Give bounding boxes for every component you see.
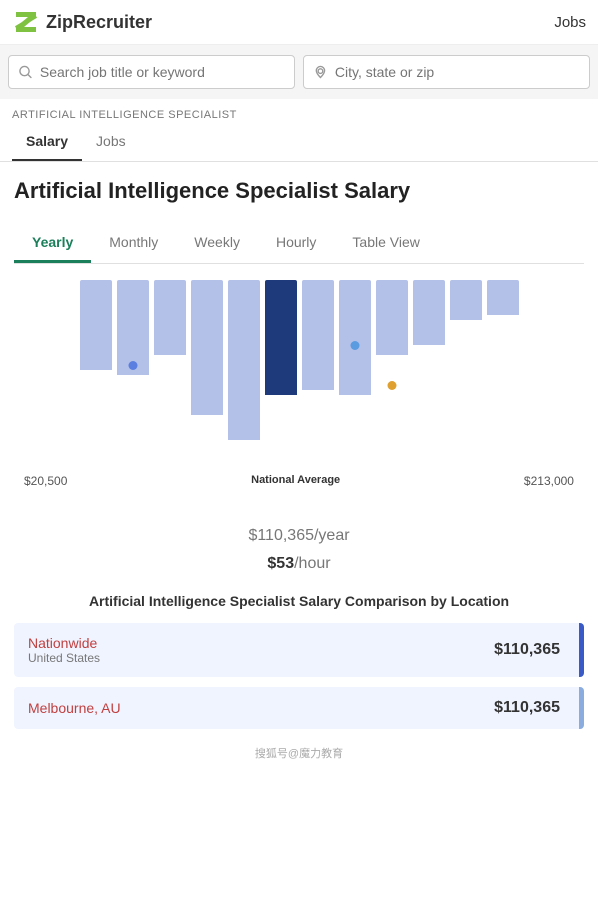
chart-bar-8: [376, 280, 408, 470]
header: ZipRecruiter Jobs: [0, 0, 598, 45]
comparison-item-melbourne: Melbourne, AU $110,365: [14, 687, 584, 729]
salary-display: $110,365/year: [14, 510, 584, 549]
comparison-nationwide-sub: United States: [28, 651, 100, 665]
keyword-search-wrap: [8, 55, 295, 89]
salary-hourly-display: $53/hour: [14, 555, 584, 573]
bar-dot-7: [350, 341, 359, 350]
comparison-title: Artificial Intelligence Specialist Salar…: [14, 593, 584, 609]
nav-tab-jobs[interactable]: Jobs: [82, 123, 140, 161]
search-icon: [19, 65, 32, 79]
chart-bar-7: [339, 280, 371, 470]
location-icon: [314, 65, 327, 79]
chart-bar-5: [265, 280, 297, 470]
chart-axis-labels: $20,500 National Average $213,000: [14, 470, 584, 488]
period-tab-yearly[interactable]: Yearly: [14, 224, 91, 263]
content: Artificial Intelligence Specialist Salar…: [0, 162, 598, 787]
chart-bar-1: [117, 280, 149, 470]
logo: ZipRecruiter: [12, 8, 152, 36]
salary-yearly-amount: $110,365/year: [248, 510, 349, 548]
period-tab-tableview[interactable]: Table View: [334, 224, 437, 263]
period-tab-weekly[interactable]: Weekly: [176, 224, 258, 263]
chart-bar-4: [228, 280, 260, 470]
keyword-search-input[interactable]: [40, 64, 284, 80]
location-search-wrap: [303, 55, 590, 89]
bar-rect-9: [413, 280, 445, 345]
page-title: Artificial Intelligence Specialist Salar…: [14, 178, 584, 204]
bar-rect-4: [228, 280, 260, 440]
comparison-melbourne-name: Melbourne, AU: [28, 700, 121, 716]
logo-text: ZipRecruiter: [46, 12, 152, 33]
comparison-melbourne-amount: $110,365: [494, 699, 560, 717]
jobs-link[interactable]: Jobs: [554, 14, 586, 31]
period-tabs: Yearly Monthly Weekly Hourly Table View: [14, 224, 584, 264]
comparison-loc-nationwide: Nationwide United States: [28, 635, 100, 665]
bar-dot-8: [387, 381, 396, 390]
chart-bar-0: [80, 280, 112, 470]
nav-tab-salary[interactable]: Salary: [12, 123, 82, 161]
bar-rect-10: [450, 280, 482, 320]
comparison-loc-melbourne: Melbourne, AU: [28, 700, 121, 716]
watermark: 搜狐号@魔力教育: [14, 745, 584, 771]
bar-rect-8: [376, 280, 408, 355]
bar-rect-0: [80, 280, 112, 370]
ziprecruiter-logo-icon: [12, 8, 40, 36]
location-search-input[interactable]: [335, 64, 579, 80]
nav-tabs: Salary Jobs: [0, 123, 598, 162]
chart-bar-11: [487, 280, 519, 470]
chart-max-label: $213,000: [524, 474, 574, 488]
salary-chart: $20,500 National Average $213,000: [14, 280, 584, 500]
bar-rect-11: [487, 280, 519, 315]
period-tab-hourly[interactable]: Hourly: [258, 224, 334, 263]
breadcrumb: ARTIFICIAL INTELLIGENCE SPECIALIST: [0, 99, 598, 123]
chart-center-label: National Average: [251, 474, 340, 486]
search-bar: [0, 45, 598, 99]
bar-rect-7: [339, 280, 371, 395]
chart-bar-3: [191, 280, 223, 470]
comparison-item-nationwide: Nationwide United States $110,365: [14, 623, 584, 677]
period-tab-monthly[interactable]: Monthly: [91, 224, 176, 263]
bar-rect-2: [154, 280, 186, 355]
chart-bar-10: [450, 280, 482, 470]
chart-min-label: $20,500: [24, 474, 67, 488]
chart-bar-6: [302, 280, 334, 470]
chart-bar-2: [154, 280, 186, 470]
bar-dot-1: [128, 361, 137, 370]
bar-rect-6: [302, 280, 334, 390]
chart-bar-9: [413, 280, 445, 470]
comparison-nationwide-amount: $110,365: [494, 641, 560, 659]
chart-bars: [14, 280, 584, 470]
bar-rect-5: [265, 280, 297, 395]
bar-rect-3: [191, 280, 223, 415]
comparison-nationwide-name: Nationwide: [28, 635, 100, 651]
